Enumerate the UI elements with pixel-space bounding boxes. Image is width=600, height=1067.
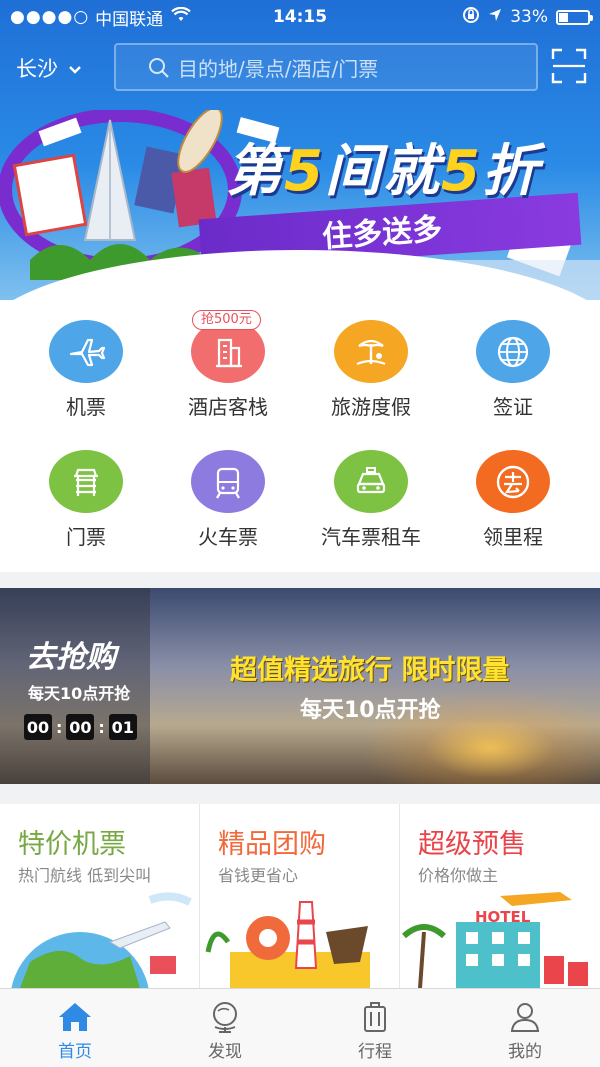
tab-label: 首页 bbox=[58, 1042, 92, 1062]
card-group-buy[interactable]: 精品团购 省钱更省心 bbox=[200, 804, 400, 988]
service-label: 火车票 bbox=[198, 525, 258, 549]
wifi-icon bbox=[171, 6, 191, 28]
location-arrow-icon bbox=[488, 7, 502, 27]
service-flight[interactable]: 机票 bbox=[11, 300, 161, 420]
city-name: 长沙 bbox=[16, 57, 58, 81]
chevron-down-icon bbox=[68, 56, 82, 80]
countdown-minutes: 00 bbox=[66, 714, 95, 740]
service-mileage[interactable]: 领里程 bbox=[438, 430, 588, 550]
palm-tree-icon bbox=[334, 320, 408, 383]
countdown-hours: 00 bbox=[24, 714, 52, 740]
search-input[interactable]: 目的地/景点/酒店/门票 bbox=[114, 43, 538, 91]
tab-home[interactable]: 首页 bbox=[0, 989, 150, 1067]
promo-subtitle: 住多送多 bbox=[321, 211, 444, 256]
countdown-seconds: 01 bbox=[108, 714, 137, 740]
service-vacation[interactable]: 旅游度假 bbox=[296, 300, 446, 420]
rotation-lock-icon bbox=[462, 6, 480, 29]
service-label: 旅游度假 bbox=[331, 395, 411, 419]
countdown-timer: 00 : 00 : 01 bbox=[24, 714, 137, 740]
flash-sale-subtitle: 每天10点开抢 bbox=[300, 698, 441, 723]
search-placeholder: 目的地/景点/酒店/门票 bbox=[178, 56, 379, 81]
globe-plane-illustration bbox=[11, 892, 192, 988]
service-label: 机票 bbox=[66, 395, 106, 419]
hotel-sign: HOTEL bbox=[475, 908, 531, 926]
countdown-separator: : bbox=[98, 717, 105, 737]
battery-icon bbox=[556, 9, 593, 25]
battery-percent: 33% bbox=[510, 7, 548, 27]
flash-sale-daily: 每天10点开抢 bbox=[28, 684, 131, 703]
carrier-name: 中国联通 bbox=[95, 9, 164, 30]
card-title: 超级预售 bbox=[418, 829, 526, 860]
flash-sale-headline: 超值精选旅行 限时限量 bbox=[230, 655, 510, 686]
hotel-promo-badge: 抢500元 bbox=[192, 310, 261, 330]
scan-icon[interactable] bbox=[551, 48, 587, 88]
flash-sale-brand: 去抢购 bbox=[26, 640, 116, 675]
service-grid: 机票 酒店客栈 抢500元 旅游度假 签证 门票 火车票 汽车票租车 领里程 bbox=[0, 300, 600, 572]
airplane-icon bbox=[49, 320, 123, 383]
card-presale[interactable]: 超级预售 价格你做主 HOTEL bbox=[400, 804, 600, 988]
top-nav: 长沙 目的地/景点/酒店/门票 bbox=[0, 40, 600, 96]
service-bus-car[interactable]: 汽车票租车 bbox=[296, 430, 446, 550]
card-title: 特价机票 bbox=[18, 829, 126, 860]
luggage-icon bbox=[364, 1002, 386, 1032]
tab-discover[interactable]: 发现 bbox=[150, 989, 300, 1067]
train-icon bbox=[191, 450, 265, 513]
countdown-separator: : bbox=[56, 717, 63, 737]
car-icon bbox=[334, 450, 408, 513]
service-label: 领里程 bbox=[483, 525, 543, 549]
card-subtitle: 热门航线 低到尖叫 bbox=[18, 866, 152, 885]
tab-label: 发现 bbox=[208, 1042, 242, 1062]
promo-title: 第5间就5折 bbox=[226, 139, 540, 204]
service-label: 门票 bbox=[66, 525, 106, 549]
signal-icon: ●●●●○ bbox=[10, 7, 90, 27]
service-train[interactable]: 火车票 bbox=[153, 430, 303, 550]
globe-icon bbox=[476, 320, 550, 383]
card-title: 精品团购 bbox=[218, 829, 326, 860]
tab-label: 行程 bbox=[358, 1042, 392, 1062]
search-icon bbox=[149, 58, 169, 78]
bottom-tab-bar: 首页 发现 行程 我的 bbox=[0, 988, 600, 1067]
service-tickets[interactable]: 门票 bbox=[11, 430, 161, 550]
card-subtitle: 省钱更省心 bbox=[218, 866, 299, 885]
ticket-gate-icon bbox=[49, 450, 123, 513]
service-label: 酒店客栈 bbox=[188, 395, 268, 419]
tab-label: 我的 bbox=[508, 1042, 542, 1062]
service-label: 签证 bbox=[493, 395, 533, 419]
tab-me[interactable]: 我的 bbox=[450, 989, 600, 1067]
promo-cards: 特价机票 热门航线 低到尖叫 精品团购 省钱更省心 超级预售 价格你做主 HOT… bbox=[0, 804, 600, 988]
top-banner[interactable]: ●●●●○ 中国联通 14:15 33% 长沙 目的地/景点/酒店/门票 第5间… bbox=[0, 0, 600, 300]
service-visa[interactable]: 签证 bbox=[438, 300, 588, 420]
qu-mileage-icon bbox=[476, 450, 550, 513]
card-subtitle: 价格你做主 bbox=[418, 866, 499, 885]
lighthouse-illustration bbox=[205, 901, 370, 988]
service-label: 汽车票租车 bbox=[321, 525, 421, 549]
card-cheap-flights[interactable]: 特价机票 热门航线 低到尖叫 bbox=[0, 804, 200, 988]
home-icon bbox=[59, 1003, 91, 1031]
tab-trips[interactable]: 行程 bbox=[300, 989, 450, 1067]
flash-sale-banner[interactable]: 去抢购 每天10点开抢 00 : 00 : 01 超值精选旅行 限时限量 每天1… bbox=[0, 588, 600, 784]
hotel-illustration bbox=[401, 892, 588, 988]
globe-stand-icon bbox=[213, 1002, 237, 1033]
user-icon bbox=[510, 1003, 540, 1032]
status-bar: ●●●●○ 中国联通 14:15 33% bbox=[0, 0, 600, 34]
city-selector[interactable]: 长沙 bbox=[16, 53, 82, 83]
